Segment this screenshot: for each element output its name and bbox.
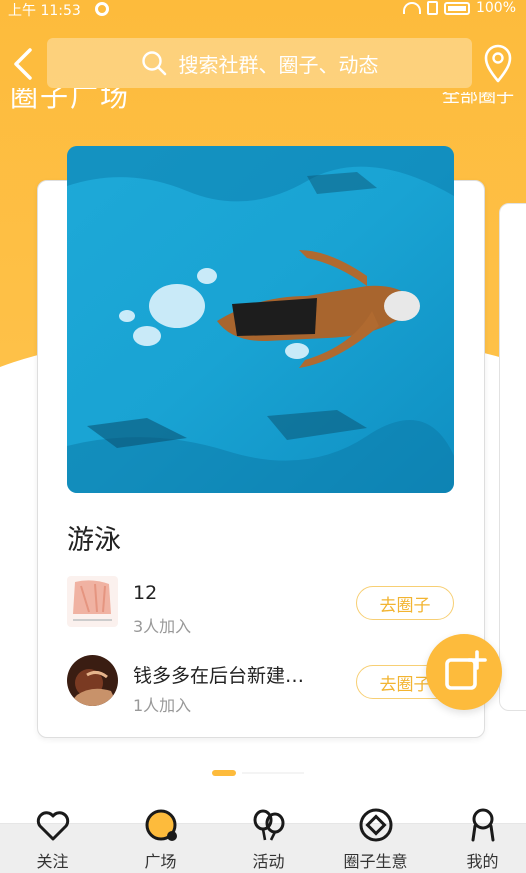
tab-business[interactable]: 圈子生意 [323, 808, 428, 873]
plaza-icon [145, 809, 177, 841]
balloon-icon [253, 809, 284, 841]
pager-dot-active [212, 770, 236, 776]
notification-dot-icon [95, 2, 109, 16]
back-arrow-icon[interactable] [8, 46, 40, 82]
tab-activity[interactable]: 活动 [216, 809, 321, 873]
list-item[interactable]: 钱多多在后台新建… 1人加入 去圈子 [67, 655, 457, 715]
go-circle-button[interactable]: 去圈子 [356, 586, 454, 620]
avatar [67, 655, 118, 706]
battery-level: 100% [475, 0, 516, 16]
tab-label: 关注 [36, 852, 69, 871]
carousel-pager [212, 770, 304, 776]
section-title: 圈子广场 [10, 88, 131, 113]
wifi-icon [402, 2, 421, 14]
member-name: 12 [133, 582, 158, 604]
member-joined-count: 1人加入 [133, 696, 192, 715]
tab-label: 广场 [144, 852, 177, 871]
swimming-cover-image [67, 146, 454, 493]
all-circles-link[interactable]: 全部圈子 [442, 92, 514, 108]
heart-icon [36, 811, 69, 841]
tab-label: 我的 [466, 852, 499, 871]
status-time: 上午 11:53 [8, 3, 81, 19]
tab-plaza[interactable]: 广场 [108, 809, 213, 873]
status-bar: 上午 11:53 100% [0, 0, 526, 19]
next-card-peek[interactable] [499, 203, 526, 711]
sim-icon [426, 1, 438, 15]
bottom-tab-bar: 关注 广场 活动 圈子生意 我的 [0, 808, 526, 873]
status-indicators: 100% [402, 0, 516, 16]
avatar [67, 576, 118, 627]
pager-track [242, 772, 304, 774]
circle-title: 游泳 [67, 525, 121, 556]
location-pin-icon[interactable] [482, 44, 514, 84]
tab-follow[interactable]: 关注 [0, 811, 105, 873]
member-joined-count: 3人加入 [133, 617, 192, 636]
search-placeholder: 搜索社群、圈子、动态 [178, 52, 379, 77]
tab-mine[interactable]: 我的 [430, 808, 526, 873]
tab-label: 活动 [252, 852, 285, 871]
circle-plaza-screen: 上午 11:53 100% 搜索社群、圈子、动态 圈子广场 全部圈子 游泳 12… [0, 0, 526, 873]
business-icon [359, 808, 392, 842]
search-input[interactable]: 搜索社群、圈子、动态 [47, 38, 472, 88]
create-circle-button[interactable] [426, 634, 502, 710]
add-post-icon [445, 650, 487, 690]
battery-icon [443, 1, 470, 15]
search-icon [141, 51, 166, 76]
tab-label: 圈子生意 [343, 852, 408, 871]
list-item[interactable]: 12 3人加入 去圈子 [67, 576, 457, 636]
profile-icon [471, 808, 494, 842]
member-name: 钱多多在后台新建… [133, 665, 305, 687]
